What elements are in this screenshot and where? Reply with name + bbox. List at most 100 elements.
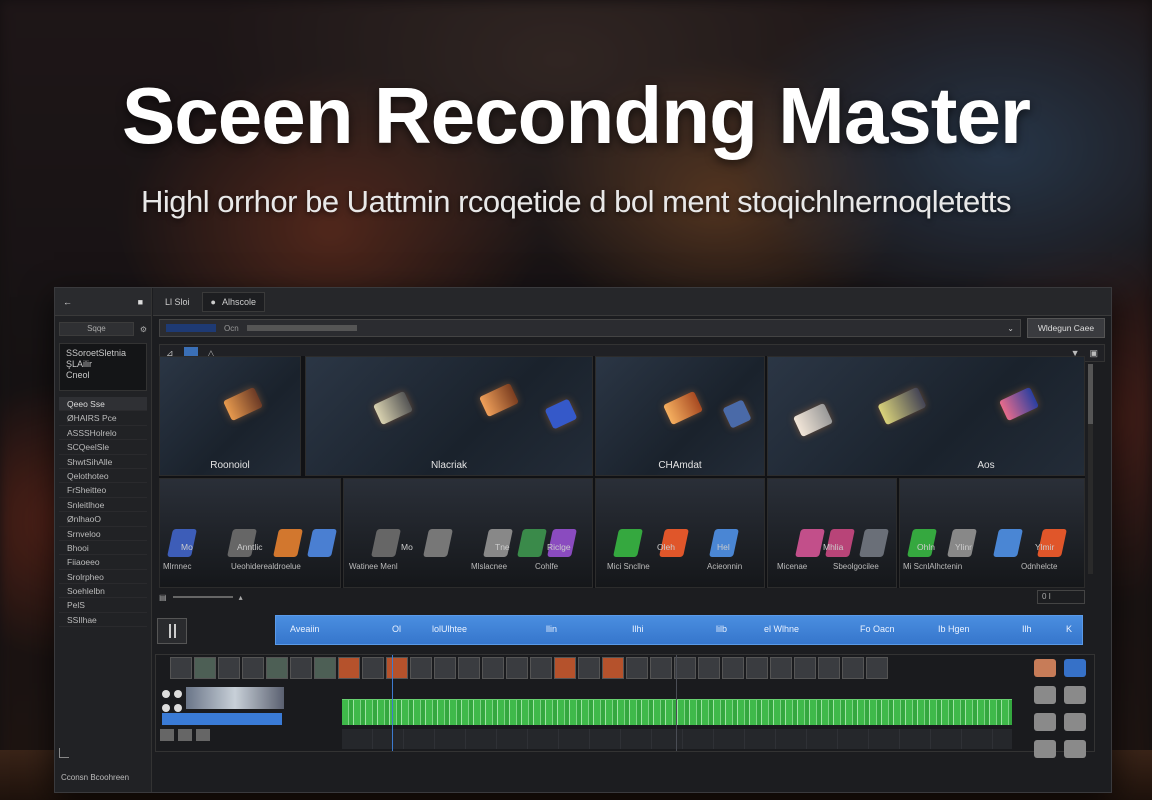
status-slider[interactable] bbox=[172, 596, 233, 598]
folder-icon[interactable]: ▤ bbox=[159, 593, 167, 602]
clip-label: Cohlfe bbox=[535, 562, 559, 571]
clip-label: Oleh bbox=[657, 542, 675, 552]
effect-chip[interactable] bbox=[1064, 659, 1087, 677]
media-grid: Roonoiol Nlacriak CHAmdat Aos Mo Mlrnnec… bbox=[159, 356, 1093, 588]
track-frame bbox=[722, 657, 744, 679]
sidebar-item[interactable]: Fiiaoeeo bbox=[59, 555, 147, 570]
clip-thumbnail bbox=[795, 529, 825, 557]
tab-recordings[interactable]: ● Alhscole bbox=[201, 291, 265, 312]
sidebar-item[interactable]: FrSheitteo bbox=[59, 483, 147, 498]
effect-chip[interactable] bbox=[1034, 740, 1056, 758]
media-tile[interactable]: Aos bbox=[767, 356, 1085, 476]
grid-scrollbar[interactable] bbox=[1088, 364, 1093, 574]
sidebar-item[interactable]: SSIlhae bbox=[59, 613, 147, 628]
tool-icon[interactable] bbox=[178, 729, 192, 741]
effect-chip[interactable] bbox=[1034, 659, 1056, 677]
sidebar-item[interactable]: ASSSHolrelo bbox=[59, 426, 147, 441]
track-frame bbox=[362, 657, 384, 679]
media-tile[interactable]: Roonoiol bbox=[159, 356, 301, 476]
clip-label: Sbeolgocilee bbox=[833, 562, 879, 571]
settings-icon[interactable]: ⚙ bbox=[140, 325, 147, 334]
sidebar-item[interactable]: PelS bbox=[59, 598, 147, 613]
playhead[interactable] bbox=[392, 655, 393, 751]
sidebar-item[interactable]: Srolrpheo bbox=[59, 570, 147, 585]
sidebar-item[interactable]: SCQeelSle bbox=[59, 440, 147, 455]
media-tile[interactable] bbox=[899, 478, 1085, 588]
address-text: Ocn bbox=[224, 323, 239, 333]
address-action-button[interactable]: Wldegun Caee bbox=[1027, 318, 1105, 338]
track-frame bbox=[794, 657, 816, 679]
sidebar-item[interactable]: ShwtSihAlle bbox=[59, 455, 147, 469]
track-toggle[interactable] bbox=[162, 704, 170, 712]
track-frame bbox=[386, 657, 408, 679]
corner-icon bbox=[59, 748, 69, 758]
control-bar-label: lolUlhtee bbox=[432, 624, 468, 634]
options-icon[interactable]: ▣ bbox=[1089, 348, 1098, 359]
clip-thumbnail bbox=[662, 390, 704, 426]
address-field[interactable]: Ocn ⌄ bbox=[159, 319, 1021, 337]
chevron-down-icon[interactable]: ⌄ bbox=[1007, 324, 1014, 333]
track-frame bbox=[410, 657, 432, 679]
grid-scrollbar-thumb[interactable] bbox=[1088, 364, 1093, 424]
sidebar-info-card[interactable]: SSoroetSletnia ŞLAilir Cneol bbox=[59, 343, 147, 391]
tool-icon[interactable] bbox=[196, 729, 210, 741]
control-bar-label: K bbox=[1066, 624, 1073, 634]
grid-status-row: ▤ ▴ 0 I bbox=[153, 589, 1091, 605]
effect-chip[interactable] bbox=[1064, 713, 1087, 731]
sidebar-item[interactable]: Qeeo Sse bbox=[59, 397, 147, 412]
media-tile[interactable] bbox=[159, 478, 341, 588]
media-tile[interactable]: Nlacriak bbox=[305, 356, 593, 476]
clip-thumbnail bbox=[859, 529, 889, 557]
track-controls bbox=[156, 687, 182, 701]
effect-chip[interactable] bbox=[1064, 740, 1087, 758]
control-bar-label: Ilh bbox=[1022, 624, 1032, 634]
track-toggle[interactable] bbox=[162, 690, 170, 698]
clip-label: Mo bbox=[401, 542, 413, 552]
sidebar-list: Qeeo Sse ØHAIRS Pce ASSSHolrelo SCQeelSl… bbox=[55, 397, 151, 628]
sidebar-item[interactable]: Soehlelbn bbox=[59, 584, 147, 599]
recording-control-bar[interactable]: Aveaiin Ol lolUlhtee llin Ilhi lilb el W… bbox=[275, 615, 1083, 645]
sidebar-item[interactable]: Srnveloo bbox=[59, 527, 147, 541]
back-arrow-icon[interactable]: ← bbox=[63, 297, 72, 307]
effect-chip[interactable] bbox=[1034, 713, 1056, 731]
selected-clip[interactable] bbox=[162, 713, 282, 725]
media-tile[interactable] bbox=[767, 478, 897, 588]
track-toggle[interactable] bbox=[174, 704, 182, 712]
sidebar-search: Sqqe ⚙ bbox=[59, 321, 147, 337]
media-tile[interactable] bbox=[595, 478, 765, 588]
audio-clip[interactable] bbox=[186, 687, 284, 709]
video-track[interactable] bbox=[156, 657, 1016, 683]
audio-waveform[interactable] bbox=[342, 699, 1012, 725]
control-bar-label: Fo Oacn bbox=[860, 624, 895, 634]
track-frame bbox=[434, 657, 456, 679]
sidebar-item[interactable]: ØnlhaoO bbox=[59, 512, 147, 527]
sidebar-item[interactable]: Bhooi bbox=[59, 541, 147, 556]
sidebar-search-input[interactable]: Sqqe bbox=[59, 322, 134, 336]
clip-label: Tne bbox=[495, 542, 510, 552]
track-frame bbox=[338, 657, 360, 679]
media-tile[interactable] bbox=[343, 478, 593, 588]
sidebar-item[interactable]: Qelothoteo bbox=[59, 469, 147, 484]
effect-chip[interactable] bbox=[1034, 686, 1056, 704]
effect-chip[interactable] bbox=[1064, 686, 1087, 704]
sidebar-item[interactable]: Snleitlhoe bbox=[59, 498, 147, 513]
track-frame bbox=[626, 657, 648, 679]
page-headline: Sceen Recondng Master bbox=[121, 71, 1031, 160]
media-tile[interactable]: CHAmdat bbox=[595, 356, 765, 476]
track-frame bbox=[170, 657, 192, 679]
media-tile-caption: Roonoiol bbox=[210, 460, 250, 471]
clip-thumbnail bbox=[307, 529, 337, 557]
pause-icon[interactable] bbox=[157, 618, 187, 644]
track-toggle[interactable] bbox=[174, 690, 182, 698]
control-bar-label: Ilhi bbox=[632, 624, 644, 634]
track-frame bbox=[482, 657, 504, 679]
tab-home[interactable]: Ll Sloi bbox=[157, 292, 198, 312]
media-tile-caption: Nlacriak bbox=[430, 460, 468, 471]
timeline-grid[interactable] bbox=[342, 729, 1012, 749]
window-controls-icon[interactable]: ■ bbox=[138, 297, 143, 307]
record-icon: ● bbox=[210, 296, 216, 307]
sidebar-item[interactable]: ØHAIRS Pce bbox=[59, 411, 147, 426]
tool-icon[interactable] bbox=[160, 729, 174, 741]
clip-label: Ueohiderealdroelue bbox=[231, 562, 301, 571]
control-bar-label: llin bbox=[546, 624, 558, 634]
